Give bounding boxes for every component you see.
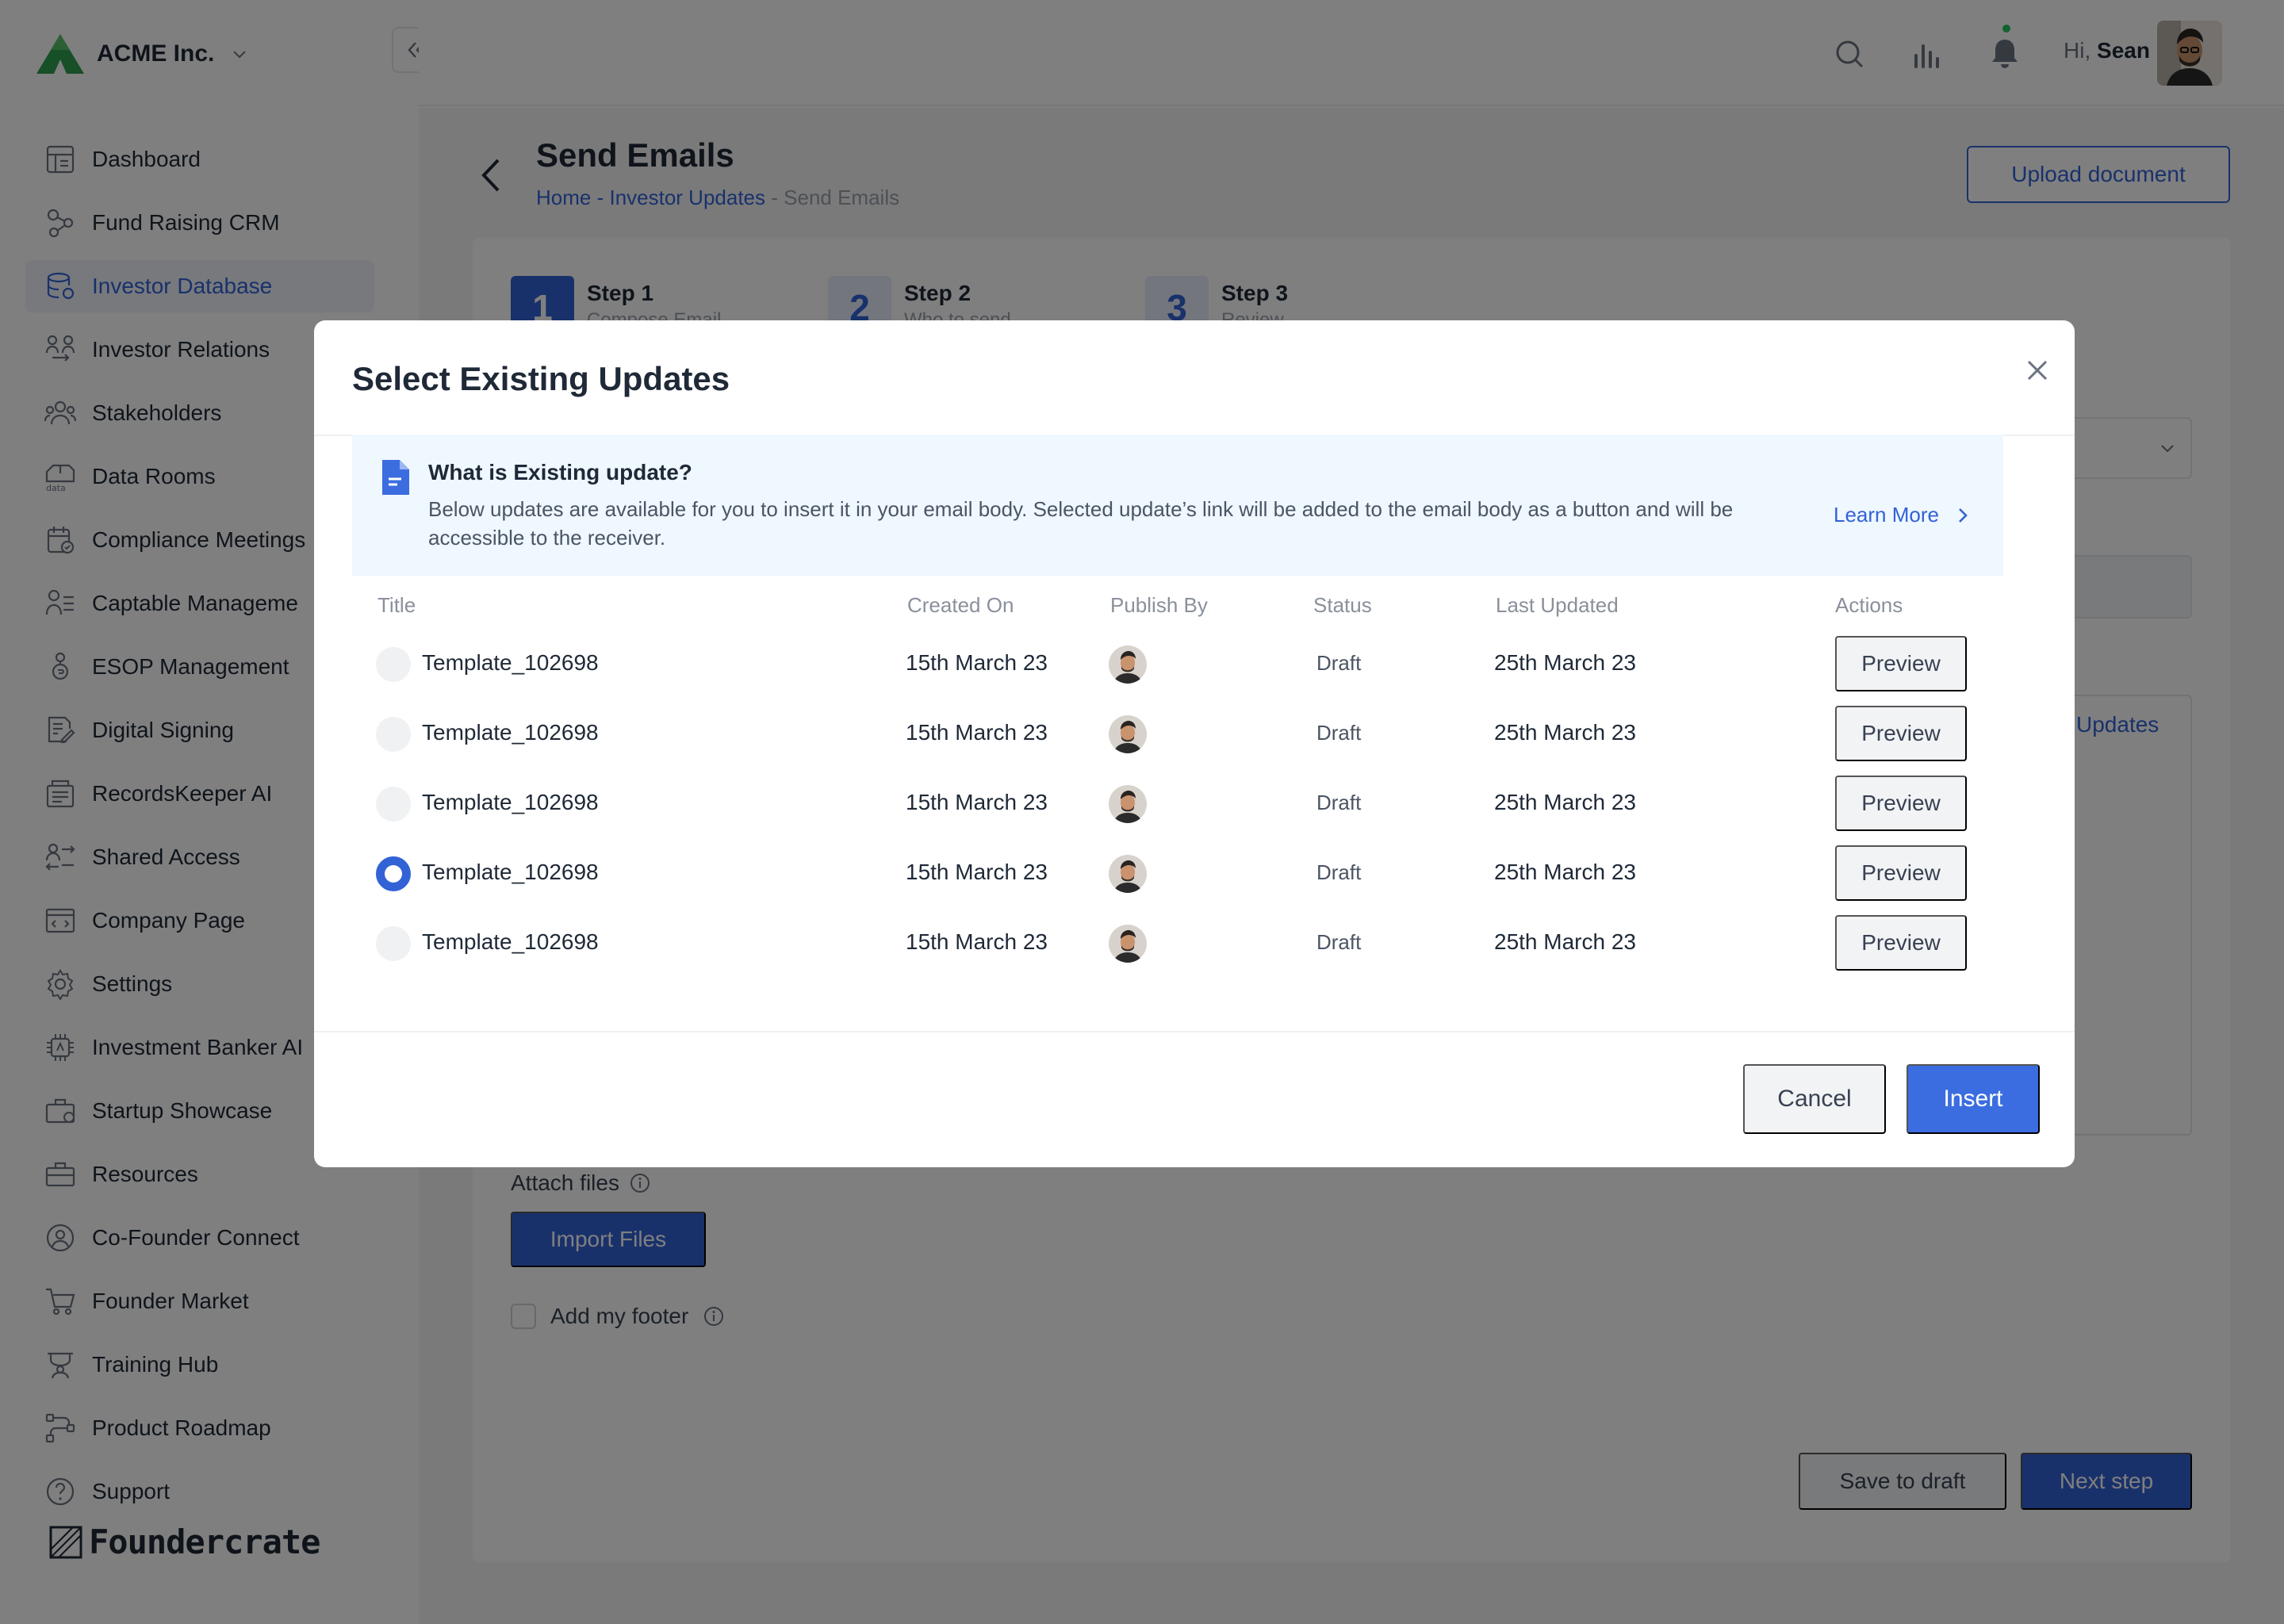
info-description: Below updates are available for you to i… — [428, 497, 1734, 550]
column-header-status: Status — [1313, 593, 1372, 617]
column-header-last-updated: Last Updated — [1496, 593, 1619, 617]
row-last-updated: 25th March 23 — [1494, 929, 1636, 954]
row-title: Template_102698 — [422, 650, 599, 675]
publisher-avatar — [1109, 925, 1147, 963]
column-header-created-on: Created On — [907, 593, 1014, 617]
select-existing-updates-modal: Select Existing Updates What is Existing… — [314, 320, 2075, 1167]
cancel-button[interactable]: Cancel — [1743, 1064, 1886, 1134]
preview-button[interactable]: Preview — [1835, 706, 1967, 761]
row-select-radio-checked[interactable] — [376, 856, 411, 891]
row-created-on: 15th March 23 — [906, 790, 1048, 814]
row-title: Template_102698 — [422, 929, 599, 954]
row-status: Draft — [1316, 651, 1362, 675]
row-title: Template_102698 — [422, 860, 599, 884]
preview-button[interactable]: Preview — [1835, 636, 1967, 691]
info-banner: What is Existing update? Below updates a… — [352, 435, 2003, 576]
publisher-avatar — [1109, 785, 1147, 823]
row-created-on: 15th March 23 — [906, 720, 1048, 745]
row-created-on: 15th March 23 — [906, 929, 1048, 954]
table-row[interactable]: Template_102698 15th March 23 Draft 25th… — [352, 909, 2003, 979]
row-created-on: 15th March 23 — [906, 650, 1048, 675]
column-header-title: Title — [377, 593, 416, 617]
table-row-selected[interactable]: Template_102698 15th March 23 Draft 25th… — [352, 839, 2003, 909]
row-select-radio[interactable] — [376, 717, 411, 752]
row-created-on: 15th March 23 — [906, 860, 1048, 884]
preview-button[interactable]: Preview — [1835, 915, 1967, 971]
row-status: Draft — [1316, 860, 1362, 884]
row-status: Draft — [1316, 791, 1362, 814]
column-header-actions: Actions — [1835, 593, 1903, 617]
column-header-publish-by: Publish By — [1110, 593, 1208, 617]
publisher-avatar — [1109, 715, 1147, 753]
row-last-updated: 25th March 23 — [1494, 650, 1636, 675]
row-title: Template_102698 — [422, 790, 599, 814]
row-select-radio[interactable] — [376, 647, 411, 682]
row-last-updated: 25th March 23 — [1494, 790, 1636, 814]
learn-more-label: Learn More — [1834, 503, 1939, 527]
row-last-updated: 25th March 23 — [1494, 720, 1636, 745]
modal-title: Select Existing Updates — [352, 360, 730, 397]
info-title: What is Existing update? — [428, 460, 692, 485]
publisher-avatar — [1109, 645, 1147, 684]
row-status: Draft — [1316, 930, 1362, 954]
row-select-radio[interactable] — [376, 926, 411, 961]
row-last-updated: 25th March 23 — [1494, 860, 1636, 884]
publisher-avatar — [1109, 855, 1147, 893]
close-icon[interactable] — [2022, 355, 2052, 385]
preview-button[interactable]: Preview — [1835, 776, 1967, 831]
learn-more-link[interactable]: Learn More — [1834, 503, 1969, 527]
table-row[interactable]: Template_102698 15th March 23 Draft 25th… — [352, 769, 2003, 839]
table-row[interactable]: Template_102698 15th March 23 Draft 25th… — [352, 699, 2003, 769]
preview-button[interactable]: Preview — [1835, 845, 1967, 901]
insert-button[interactable]: Insert — [1907, 1064, 2040, 1134]
row-select-radio[interactable] — [376, 787, 411, 822]
row-title: Template_102698 — [422, 720, 599, 745]
document-icon — [382, 460, 409, 495]
chevron-right-icon — [1959, 508, 1968, 523]
modal-footer-divider — [314, 1031, 2075, 1032]
row-status: Draft — [1316, 721, 1362, 745]
table-row[interactable]: Template_102698 15th March 23 Draft 25th… — [352, 630, 2003, 699]
